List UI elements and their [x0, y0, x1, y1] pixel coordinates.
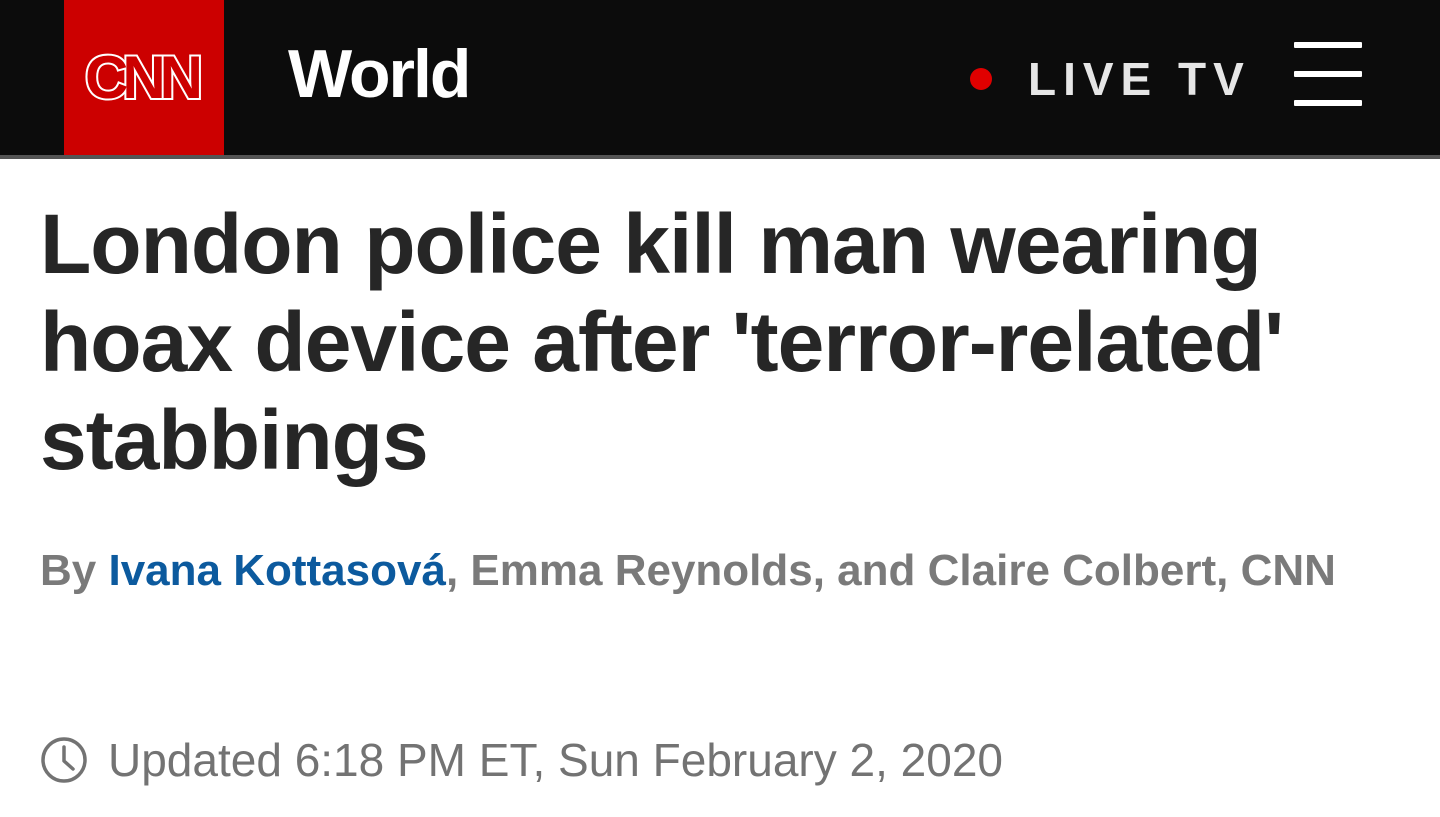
article-byline: By Ivana Kottasová, Emma Reynolds, and C…: [40, 535, 1410, 607]
live-tv-label: LIVE TV: [1028, 53, 1251, 105]
cnn-logo-text: CNN: [83, 43, 205, 111]
clock-icon: [41, 737, 87, 783]
byline-other-authors: , Emma Reynolds, and Claire Colbert, CNN: [445, 546, 1336, 595]
cnn-logo[interactable]: CNN: [64, 0, 224, 155]
byline-prefix: By: [40, 546, 97, 595]
menu-line: [1294, 42, 1362, 48]
author-link[interactable]: Ivana Kottasová: [108, 546, 445, 595]
live-indicator-dot-icon: [970, 68, 992, 90]
menu-line: [1294, 100, 1362, 106]
section-title-world[interactable]: World: [288, 36, 471, 112]
menu-line: [1294, 71, 1362, 77]
timestamp-text: Updated 6:18 PM ET, Sun February 2, 2020: [108, 734, 1003, 786]
hamburger-menu-icon[interactable]: [1294, 42, 1362, 106]
live-tv-link[interactable]: LIVE TV: [970, 44, 1251, 114]
top-nav-bar: CNN World LIVE TV: [0, 0, 1440, 159]
article-timestamp: Updated 6:18 PM ET, Sun February 2, 2020: [40, 728, 1003, 792]
article-headline: London police kill man wearing hoax devi…: [40, 197, 1284, 487]
